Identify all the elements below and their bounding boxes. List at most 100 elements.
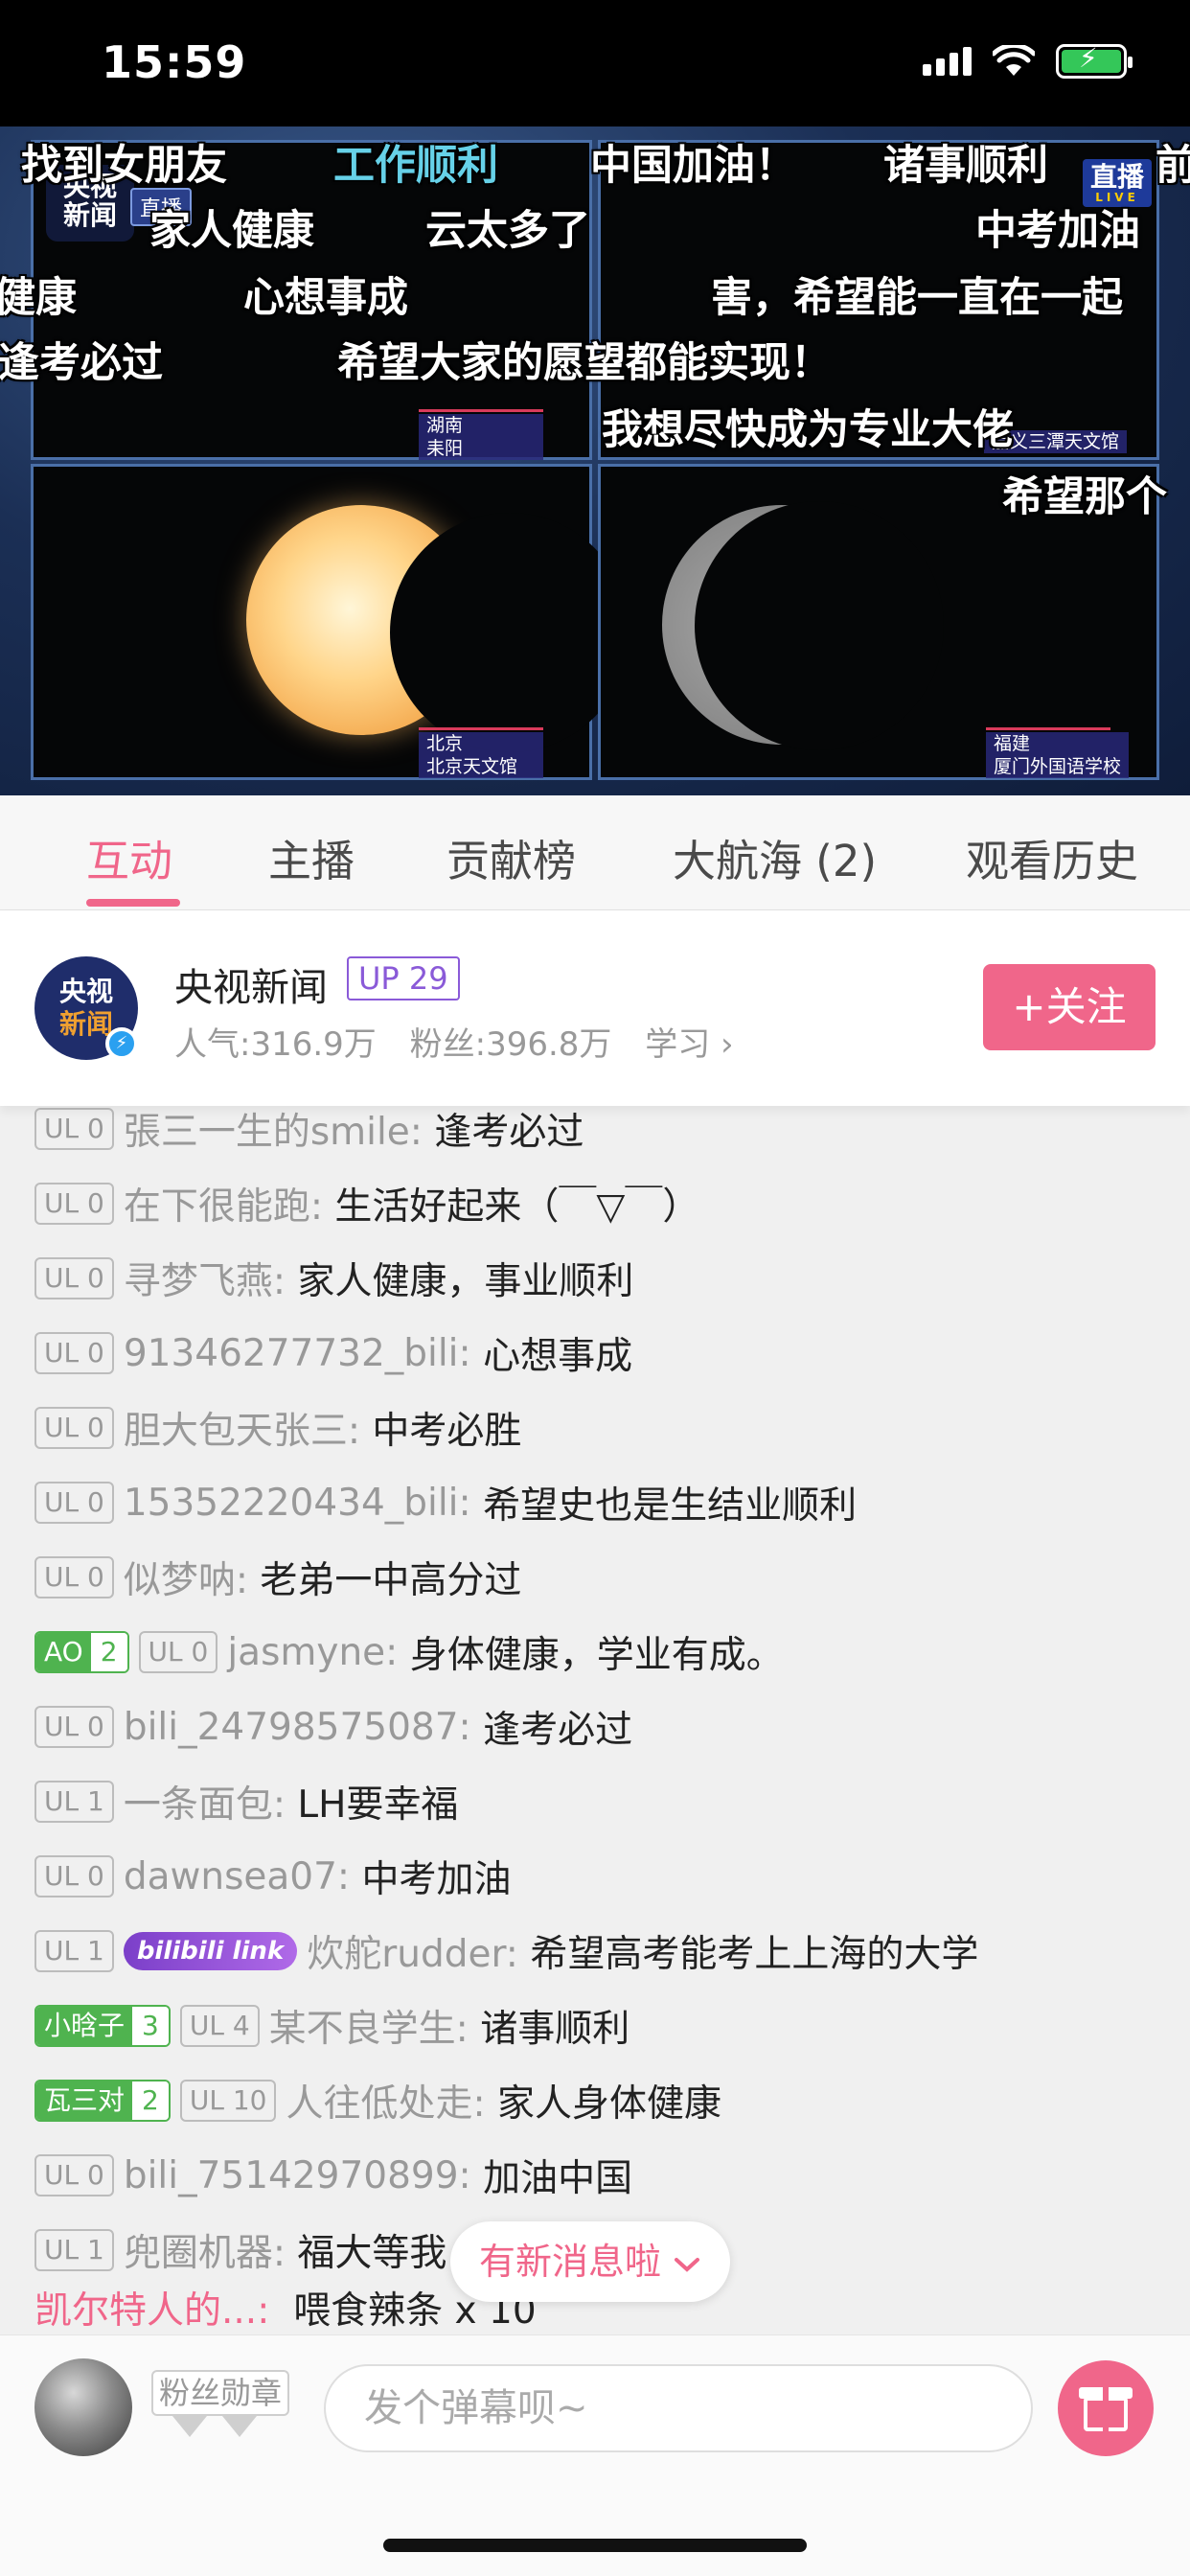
user-level-badge: UL 1 bbox=[34, 1930, 114, 1972]
chat-username[interactable]: 91346277732_bili: bbox=[124, 1332, 471, 1375]
chat-username[interactable]: jasmyne: bbox=[227, 1631, 398, 1674]
chat-username[interactable]: 似梦呐: bbox=[124, 1551, 248, 1604]
chat-message: UL 0 dawnsea07: 中考加油 bbox=[34, 1850, 511, 1903]
status-time: 15:59 bbox=[102, 36, 247, 88]
chat-text: 加油中国 bbox=[483, 2157, 633, 2200]
chat-message: UL 1 一条面包: LH要幸福 bbox=[34, 1775, 458, 1828]
gift-button[interactable] bbox=[1058, 2360, 1154, 2456]
chat-text: 老弟一中高分过 bbox=[260, 1559, 522, 1602]
chevron-right-icon: › bbox=[721, 1025, 734, 1064]
chat-username[interactable]: bili_75142970899: bbox=[124, 2154, 471, 2197]
chat-text: 福大等我 bbox=[297, 2232, 447, 2275]
user-level-badge: UL 0 bbox=[138, 1631, 218, 1673]
chat-message: UL 0 bili_75142970899: 加油中国 bbox=[34, 2149, 632, 2202]
chat-message: UL 0 似梦呐: 老弟一中高分过 bbox=[34, 1551, 521, 1604]
user-level-badge: UL 0 bbox=[34, 1407, 114, 1449]
wifi-icon bbox=[993, 45, 1035, 76]
chat-text: 希望史也是生结业顺利 bbox=[483, 1484, 858, 1528]
danmaku-text: 逢考必过 bbox=[0, 339, 163, 387]
chat-username[interactable]: bili_24798575087: bbox=[124, 1706, 471, 1749]
chat-username[interactable]: 張三一生的smile: bbox=[124, 1106, 423, 1156]
host-name[interactable]: 央视新闻 bbox=[174, 956, 328, 1012]
chat-text: 希望高考能考上上海的大学 bbox=[530, 1933, 979, 1976]
host-stats: 人气:316.9万 粉丝:396.8万 学习 › bbox=[174, 1018, 757, 1065]
danmaku-text: 找到女朋友 bbox=[21, 142, 227, 190]
chat-text: 诸事顺利 bbox=[480, 2008, 630, 2051]
verified-icon: ⚡ bbox=[105, 1027, 138, 1060]
danmaku-text: 工作顺利 bbox=[333, 142, 498, 190]
tab-host[interactable]: 主播 bbox=[268, 826, 355, 888]
danmaku-text: 我想尽快成为专业大佬 bbox=[602, 406, 1014, 454]
danmaku-text: 中考加油 bbox=[975, 207, 1140, 255]
medal-ribbon-icon bbox=[172, 2416, 278, 2445]
chat-text: 中考必胜 bbox=[372, 1410, 522, 1453]
tab-watch-history[interactable]: 观看历史 bbox=[966, 826, 1138, 888]
video-tile-beijing: 北京 北京天文馆 bbox=[31, 464, 629, 780]
chat-text: 中考加油 bbox=[361, 1858, 512, 1901]
danmaku-text: 健康 bbox=[0, 274, 77, 322]
tab-contribution-rank[interactable]: 贡献榜 bbox=[446, 826, 576, 888]
gift-sender-name[interactable]: 凯尔特人的...: bbox=[34, 2281, 269, 2334]
chat-username[interactable]: 胆大包天张三: bbox=[124, 1401, 360, 1455]
new-messages-button[interactable]: 有新消息啦 bbox=[450, 2221, 730, 2302]
user-level-badge: UL 10 bbox=[179, 2080, 277, 2122]
status-icons bbox=[923, 42, 1133, 79]
chat-username[interactable]: 15352220434_bili: bbox=[124, 1482, 471, 1525]
chat-message: UL 0 15352220434_bili: 希望史也是生结业顺利 bbox=[34, 1476, 857, 1530]
user-level-badge: UL 4 bbox=[179, 2005, 260, 2047]
chat-message: UL 0 張三一生的smile: 逢考必过 bbox=[34, 1106, 584, 1156]
user-level-badge: UL 0 bbox=[34, 1257, 114, 1300]
chat-username[interactable]: 某不良学生: bbox=[269, 1999, 469, 2053]
tab-interaction[interactable]: 互动 bbox=[86, 826, 172, 888]
danmaku-input[interactable]: 发个弹幕呗~ bbox=[324, 2364, 1033, 2452]
chat-username[interactable]: 人往低处走: bbox=[286, 2074, 485, 2128]
active-tab-indicator bbox=[86, 899, 180, 907]
user-level-badge: UL 1 bbox=[34, 2229, 114, 2271]
chat-message: UL 0 在下很能跑: 生活好起来（￣▽￣） bbox=[34, 1177, 699, 1230]
chat-username[interactable]: 寻梦飞燕: bbox=[124, 1252, 286, 1305]
chat-message: UL 1 bilibili link 炊舵rudder: 希望高考能考上上海的大… bbox=[34, 1924, 978, 1978]
chat-username[interactable]: 在下很能跑: bbox=[124, 1177, 323, 1230]
chat-text: 心想事成 bbox=[483, 1335, 633, 1378]
popularity-count: 人气:316.9万 bbox=[174, 1025, 377, 1064]
danmaku-text: 中国加油！ bbox=[590, 142, 796, 190]
chat-username[interactable]: 炊舵rudder: bbox=[307, 1924, 518, 1978]
danmaku-text: 诸事顺利 bbox=[883, 142, 1048, 190]
chat-text: 家人身体健康 bbox=[497, 2082, 722, 2126]
fan-medal-badge: 小晗子 3 bbox=[34, 2005, 171, 2047]
chat-text: LH要幸福 bbox=[297, 1783, 459, 1827]
fan-medal-badge: 瓦三对 2 bbox=[34, 2080, 171, 2122]
location-label: 湖南 耒阳 bbox=[419, 409, 543, 460]
chat-text: 逢考必过 bbox=[483, 1709, 633, 1752]
chat-message: UL 1 兜圈机器: 福大等我 bbox=[34, 2223, 446, 2277]
chat-message: UL 0 胆大包天张三: 中考必胜 bbox=[34, 1401, 521, 1455]
user-level-badge: UL 0 bbox=[34, 1183, 114, 1225]
chat-message: AO 2 UL 0 jasmyne: 身体健康，学业有成。 bbox=[34, 1625, 784, 1679]
danmaku-text: 希望大家的愿望都能实现！ bbox=[337, 339, 832, 387]
user-level-badge: UL 0 bbox=[34, 2154, 114, 2196]
fan-medal-button[interactable]: 粉丝勋章 bbox=[151, 2370, 290, 2416]
chat-username[interactable]: 兜圈机器: bbox=[124, 2223, 286, 2277]
user-level-badge: UL 0 bbox=[34, 1332, 114, 1374]
chat-message: UL 0 寻梦飞燕: 家人健康，事业顺利 bbox=[34, 1252, 633, 1305]
live-video-player[interactable]: 湖南 耒阳 嘉义三潭天文馆 北京 北京天文馆 福建 厦门外国语学校 央视 新闻 直… bbox=[0, 126, 1190, 795]
fans-count: 粉丝:396.8万 bbox=[409, 1025, 612, 1064]
danmaku-text: 希望那个 bbox=[1002, 473, 1167, 521]
chat-message: UL 0 bili_24798575087: 逢考必过 bbox=[34, 1700, 632, 1754]
chat-message: 小晗子 3 UL 4 某不良学生: 诸事顺利 bbox=[34, 1999, 629, 2053]
category-link[interactable]: 学习 › bbox=[645, 1025, 733, 1064]
my-avatar[interactable] bbox=[34, 2358, 132, 2456]
chat-list[interactable]: UL 0 張三一生的smile: 逢考必过 UL 0 在下很能跑: 生活好起来（… bbox=[0, 1106, 1190, 2334]
user-level-badge: UL 0 bbox=[34, 1108, 114, 1150]
chat-username[interactable]: 一条面包: bbox=[124, 1775, 286, 1828]
follow-button[interactable]: +关注 bbox=[983, 964, 1156, 1050]
chat-username[interactable]: dawnsea07: bbox=[124, 1855, 350, 1898]
status-bar: 15:59 bbox=[0, 0, 1190, 126]
danmaku-text: 害，希望能一直在一起 bbox=[711, 274, 1123, 322]
user-level-badge: UL 0 bbox=[34, 1556, 114, 1598]
home-indicator[interactable] bbox=[383, 2539, 807, 2552]
chat-text: 家人健康，事业顺利 bbox=[297, 1260, 634, 1303]
danmaku-text: 云太多了 bbox=[425, 207, 590, 255]
chat-text: 身体健康，学业有成。 bbox=[409, 1634, 784, 1677]
tab-guard[interactable]: 大航海 (2) bbox=[673, 826, 877, 888]
